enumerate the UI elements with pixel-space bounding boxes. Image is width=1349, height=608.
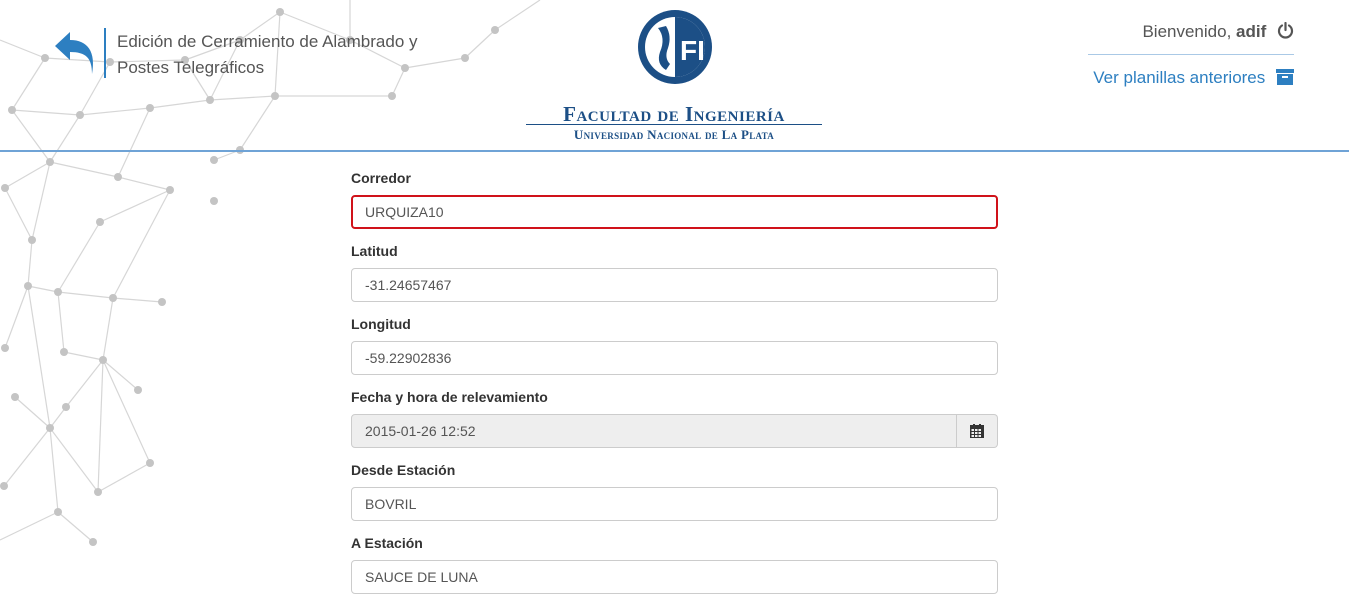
- username: adif: [1236, 22, 1267, 41]
- field-fecha: Fecha y hora de relevamiento: [351, 389, 998, 448]
- archive-icon: [1276, 68, 1294, 92]
- previous-sheets-label: Ver planillas anteriores: [1093, 68, 1266, 87]
- emblem-text: FI: [680, 35, 705, 66]
- field-desde-estacion: Desde Estación: [351, 462, 998, 521]
- corredor-input[interactable]: [351, 195, 998, 229]
- longitud-input[interactable]: [351, 341, 998, 375]
- faculty-emblem-icon: FI: [638, 10, 712, 84]
- calendar-icon: [970, 424, 984, 438]
- a-estacion-input[interactable]: [351, 560, 998, 594]
- edit-form: Corredor Latitud Longitud Fecha y hora d…: [351, 170, 998, 608]
- user-area: Bienvenido, adif: [1142, 20, 1294, 44]
- field-corredor: Corredor: [351, 170, 998, 229]
- latitud-label: Latitud: [351, 243, 398, 259]
- welcome-message: Bienvenido, adif: [1142, 20, 1294, 44]
- desde-estacion-input[interactable]: [351, 487, 998, 521]
- title-divider: [104, 28, 106, 78]
- calendar-button[interactable]: [957, 414, 998, 448]
- desde-estacion-label: Desde Estación: [351, 462, 456, 478]
- a-estacion-label: A Estación: [351, 535, 423, 551]
- corredor-label: Corredor: [351, 170, 411, 186]
- fecha-label: Fecha y hora de relevamiento: [351, 389, 548, 405]
- back-arrow-icon: [55, 32, 94, 74]
- field-a-estacion: A Estación: [351, 535, 998, 594]
- field-longitud: Longitud: [351, 316, 998, 375]
- logo-university-name: Universidad Nacional de La Plata: [573, 127, 775, 142]
- user-divider: [1088, 54, 1294, 55]
- longitud-label: Longitud: [351, 316, 411, 332]
- previous-sheets-link[interactable]: Ver planillas anteriores: [1093, 66, 1294, 92]
- power-icon[interactable]: [1277, 21, 1294, 46]
- latitud-input[interactable]: [351, 268, 998, 302]
- logo-rule: [526, 124, 822, 125]
- faculty-logo: FI Facultad de Ingeniería Universidad Na…: [524, 8, 824, 148]
- page-header: Edición de Cerramiento de Alambrado y Po…: [0, 0, 1349, 152]
- welcome-greeting: Bienvenido,: [1142, 22, 1232, 41]
- page-title: Edición de Cerramiento de Alambrado y Po…: [117, 32, 418, 77]
- back-button[interactable]: [52, 30, 98, 76]
- field-latitud: Latitud: [351, 243, 998, 302]
- fecha-input[interactable]: [351, 414, 957, 448]
- date-picker-group: [351, 414, 998, 448]
